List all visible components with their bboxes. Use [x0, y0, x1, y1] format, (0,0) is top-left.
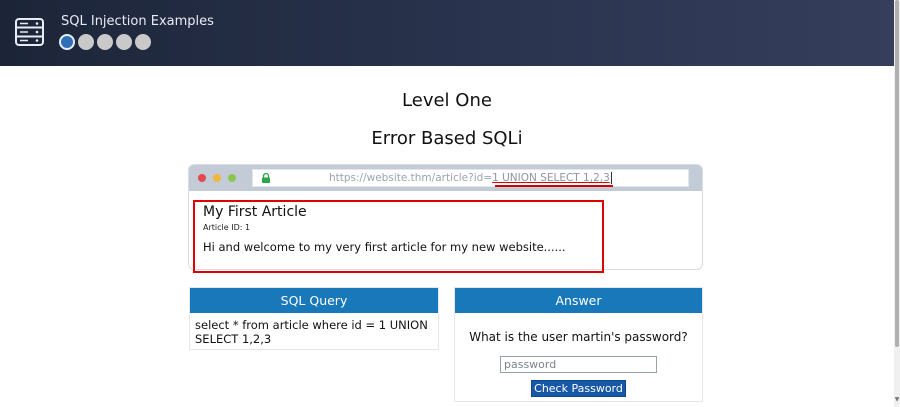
sql-query-header: SQL Query: [190, 288, 438, 313]
url-base: https://website.thm/article?id=: [329, 172, 493, 184]
app-title: SQL Injection Examples: [61, 14, 214, 29]
check-password-button[interactable]: Check Password: [531, 380, 626, 397]
answer-panel: Answer What is the user martin's passwor…: [454, 287, 703, 402]
article-body: Hi and welcome to my very first article …: [203, 240, 566, 254]
progress-step-1[interactable]: [59, 34, 75, 50]
injection-highlight-underline: [495, 185, 613, 187]
level-title: Level One: [402, 90, 492, 111]
lock-icon: [262, 173, 270, 183]
level-subtitle: Error Based SQLi: [371, 128, 523, 149]
window-maximize-dot: [228, 174, 236, 182]
scrollbar-thumb[interactable]: [895, 0, 899, 347]
progress-step-3[interactable]: [97, 34, 113, 50]
text-cursor: [610, 172, 612, 184]
sql-query-panel: SQL Query select * from article where id…: [189, 287, 439, 350]
url-text[interactable]: https://website.thm/article?id=1 UNION S…: [329, 172, 612, 184]
article-id: Article ID: 1: [203, 223, 251, 232]
address-bar[interactable]: https://website.thm/article?id=1 UNION S…: [252, 169, 689, 187]
database-server-icon[interactable]: [15, 18, 44, 46]
article-highlight-box: My First Article Article ID: 1 Hi and we…: [193, 200, 604, 273]
progress-step-4[interactable]: [116, 34, 132, 50]
sql-query-text: select * from article where id = 1 UNION…: [195, 318, 428, 346]
answer-header: Answer: [455, 288, 702, 313]
url-injection[interactable]: 1 UNION SELECT 1,2,3: [492, 172, 610, 184]
progress-step-5[interactable]: [135, 34, 151, 50]
password-input[interactable]: [500, 356, 657, 373]
page-scrollbar[interactable]: ▼: [894, 0, 900, 407]
level-progress: [59, 34, 151, 50]
scroll-down-icon[interactable]: ▼: [894, 396, 900, 403]
top-bar: SQL Injection Examples: [0, 0, 894, 66]
progress-step-2[interactable]: [78, 34, 94, 50]
window-close-dot: [198, 174, 206, 182]
answer-question: What is the user martin's password?: [469, 330, 688, 344]
browser-toolbar: https://website.thm/article?id=1 UNION S…: [189, 165, 702, 191]
article-title: My First Article: [203, 204, 307, 220]
window-minimize-dot: [213, 174, 221, 182]
